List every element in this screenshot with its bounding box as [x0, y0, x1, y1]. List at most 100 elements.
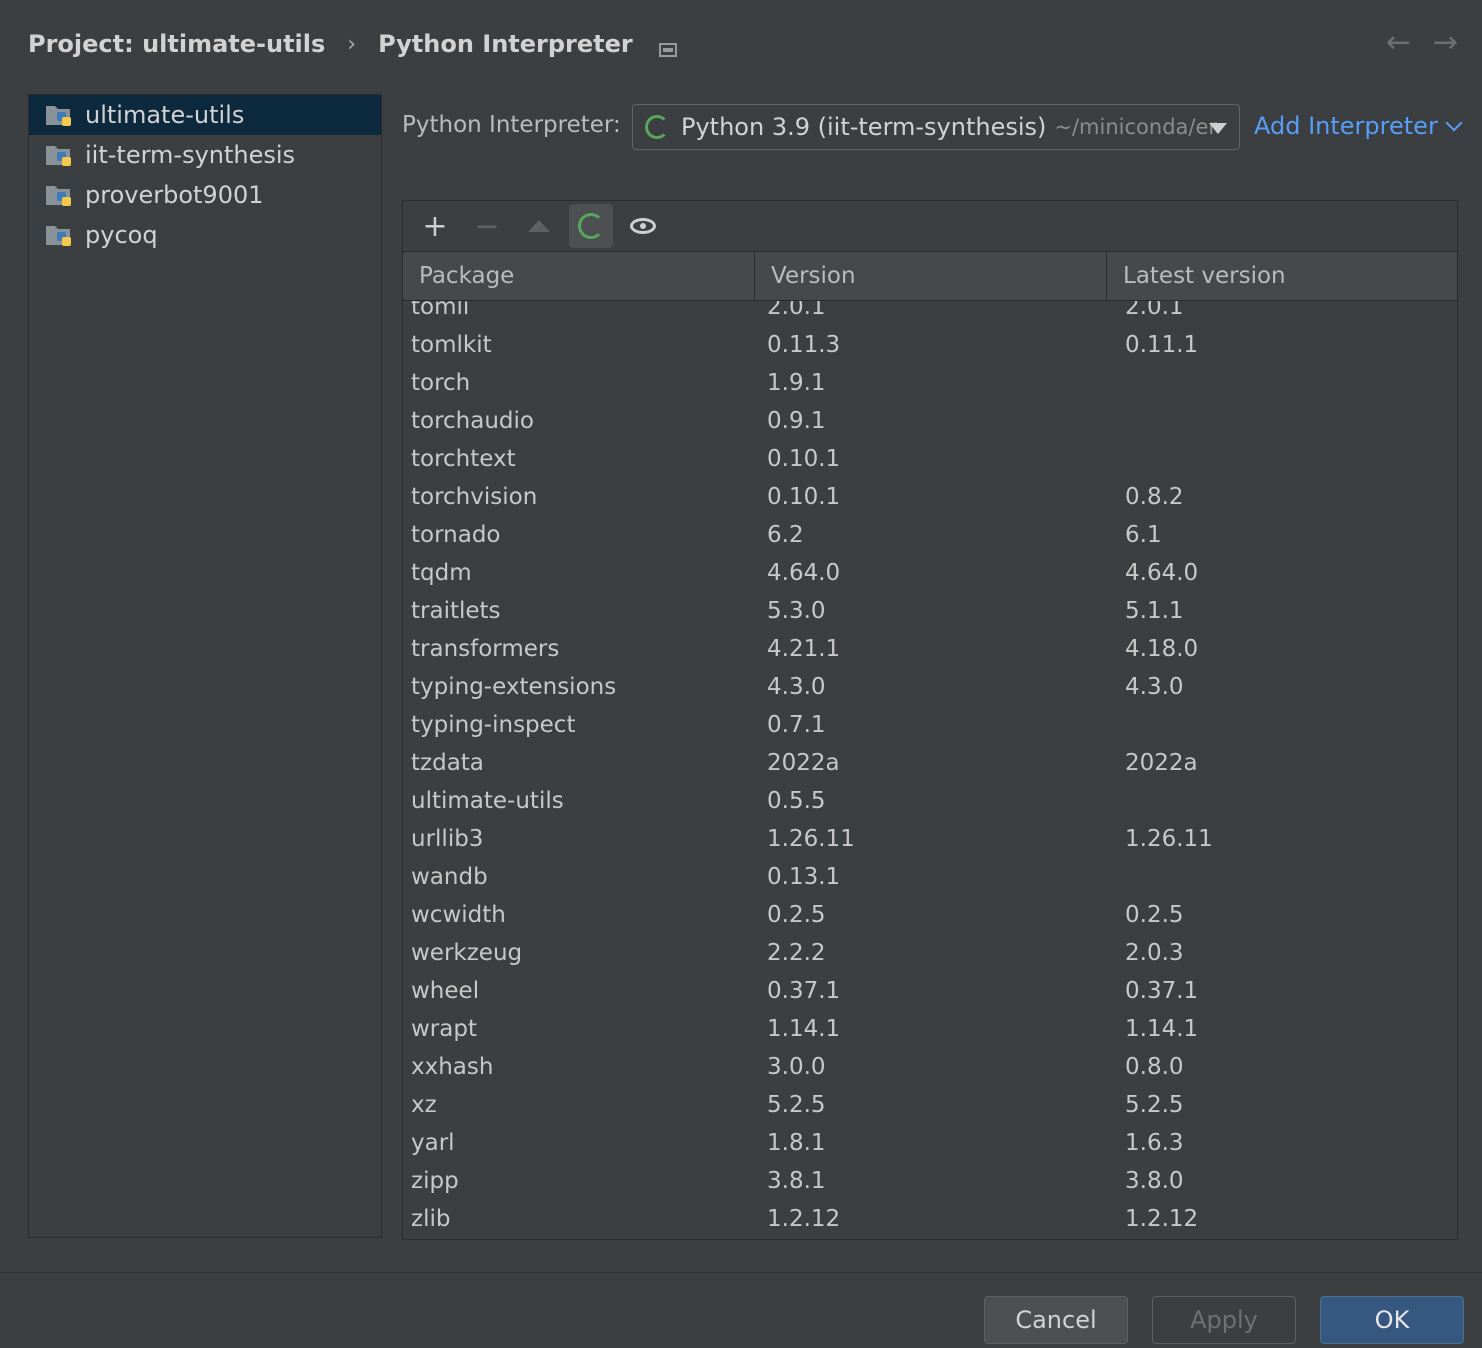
- python-folder-icon: [45, 101, 75, 129]
- table-row[interactable]: zlib 1.2.12 1.2.12: [403, 1200, 1457, 1238]
- package-name-cell: zipp: [411, 1168, 459, 1194]
- plus-icon: +: [422, 208, 448, 244]
- packages-table-body[interactable]: tomli 2.0.1 2.0.1 tomlkit 0.11.3 0.11.1 torch 1…: [403, 301, 1457, 1239]
- latest-version-cell: 0.37.1: [1125, 978, 1199, 1004]
- table-row[interactable]: typing-inspect 0.7.1: [403, 706, 1457, 744]
- table-row[interactable]: torchvision 0.10.1 0.8.2: [403, 478, 1457, 516]
- page-title: Python Interpreter: [378, 30, 633, 58]
- refresh-button[interactable]: [569, 204, 613, 248]
- version-cell: 2.2.2: [767, 940, 826, 966]
- table-row[interactable]: xz 5.2.5 5.2.5: [403, 1086, 1457, 1124]
- package-name-cell: tzdata: [411, 750, 484, 776]
- latest-version-cell: 4.3.0: [1125, 674, 1184, 700]
- package-name-cell: xz: [411, 1092, 437, 1118]
- version-cell: 1.9.1: [767, 370, 826, 396]
- version-cell: 3.0.0: [767, 1054, 826, 1080]
- interpreter-dropdown[interactable]: Python 3.9 (iit-term-synthesis) ~/minico…: [632, 104, 1240, 150]
- latest-version-cell: 4.64.0: [1125, 560, 1199, 586]
- latest-version-cell: 0.11.1: [1125, 332, 1199, 358]
- python-folder-icon: [45, 221, 75, 249]
- window-pin-icon[interactable]: [658, 36, 677, 57]
- table-row[interactable]: transformers 4.21.1 4.18.0: [403, 630, 1457, 668]
- project-tree-item[interactable]: pycoq: [29, 215, 381, 255]
- latest-version-cell: 5.2.5: [1125, 1092, 1184, 1118]
- package-name-cell: tqdm: [411, 560, 472, 586]
- latest-version-cell: 2022a: [1125, 750, 1198, 776]
- table-row[interactable]: torchaudio 0.9.1: [403, 402, 1457, 440]
- version-cell: 1.14.1: [767, 1016, 841, 1042]
- column-header-version[interactable]: Version: [755, 252, 1107, 300]
- latest-version-cell: 0.2.5: [1125, 902, 1184, 928]
- table-row[interactable]: yarl 1.8.1 1.6.3: [403, 1124, 1457, 1162]
- refresh-spinner-icon: [578, 213, 604, 239]
- add-package-button[interactable]: +: [413, 204, 457, 248]
- arrow-left-icon[interactable]: ←: [1386, 28, 1411, 58]
- show-early-releases-button[interactable]: [621, 204, 665, 248]
- minus-icon: −: [474, 208, 500, 244]
- table-row[interactable]: zipp 3.8.1 3.8.0: [403, 1162, 1457, 1200]
- python-folder-icon: [45, 181, 75, 209]
- version-cell: 1.2.12: [767, 1206, 841, 1232]
- table-row[interactable]: tornado 6.2 6.1: [403, 516, 1457, 554]
- table-row[interactable]: urllib3 1.26.11 1.26.11: [403, 820, 1457, 858]
- table-row[interactable]: torch 1.9.1: [403, 364, 1457, 402]
- package-name-cell: zlib: [411, 1206, 451, 1232]
- project-tree-item[interactable]: ultimate-utils: [29, 95, 381, 135]
- package-name-cell: urllib3: [411, 826, 484, 852]
- table-row[interactable]: tzdata 2022a 2022a: [403, 744, 1457, 782]
- table-row[interactable]: wcwidth 0.2.5 0.2.5: [403, 896, 1457, 934]
- table-row[interactable]: traitlets 5.3.0 5.1.1: [403, 592, 1457, 630]
- table-row[interactable]: torchtext 0.10.1: [403, 440, 1457, 478]
- table-row[interactable]: tomlkit 0.11.3 0.11.1: [403, 326, 1457, 364]
- upgrade-package-button[interactable]: [517, 204, 561, 248]
- table-row[interactable]: ultimate-utils 0.5.5: [403, 782, 1457, 820]
- package-name-cell: traitlets: [411, 598, 501, 624]
- interpreter-label: Python Interpreter:: [402, 112, 621, 138]
- latest-version-cell: 5.1.1: [1125, 598, 1184, 624]
- table-row[interactable]: wandb 0.13.1: [403, 858, 1457, 896]
- package-name-cell: wandb: [411, 864, 488, 890]
- package-name-cell: torch: [411, 370, 471, 396]
- table-row[interactable]: typing-extensions 4.3.0 4.3.0: [403, 668, 1457, 706]
- version-cell: 0.10.1: [767, 446, 841, 472]
- remove-package-button[interactable]: −: [465, 204, 509, 248]
- table-row[interactable]: xxhash 3.0.0 0.8.0: [403, 1048, 1457, 1086]
- column-header-latest-version[interactable]: Latest version: [1107, 252, 1457, 300]
- package-name-cell: werkzeug: [411, 940, 523, 966]
- version-cell: 0.5.5: [767, 788, 826, 814]
- version-cell: 0.10.1: [767, 484, 841, 510]
- version-cell: 4.21.1: [767, 636, 841, 662]
- project-tree-item[interactable]: iit-term-synthesis: [29, 135, 381, 175]
- package-name-cell: typing-inspect: [411, 712, 576, 738]
- table-row[interactable]: werkzeug 2.2.2 2.0.3: [403, 934, 1457, 972]
- package-name-cell: typing-extensions: [411, 674, 617, 700]
- table-row[interactable]: wheel 0.37.1 0.37.1: [403, 972, 1457, 1010]
- table-row[interactable]: tomli 2.0.1 2.0.1: [403, 301, 1457, 326]
- package-name-cell: torchaudio: [411, 408, 534, 434]
- breadcrumb-project[interactable]: Project: ultimate-utils: [28, 30, 325, 58]
- project-tree-item[interactable]: proverbot9001: [29, 175, 381, 215]
- latest-version-cell: 1.6.3: [1125, 1130, 1184, 1156]
- project-tree-item-label: proverbot9001: [85, 181, 264, 209]
- cancel-button[interactable]: Cancel: [984, 1296, 1128, 1344]
- package-name-cell: yarl: [411, 1130, 455, 1156]
- latest-version-cell: 2.0.3: [1125, 940, 1184, 966]
- table-row[interactable]: tqdm 4.64.0 4.64.0: [403, 554, 1457, 592]
- version-cell: 0.9.1: [767, 408, 826, 434]
- latest-version-cell: 3.8.0: [1125, 1168, 1184, 1194]
- version-cell: 6.2: [767, 522, 804, 548]
- history-navigation: ← →: [1386, 28, 1458, 58]
- version-cell: 0.11.3: [767, 332, 841, 358]
- table-header: Package Version Latest version: [403, 252, 1457, 301]
- ok-button[interactable]: OK: [1320, 1296, 1464, 1344]
- latest-version-cell: 1.2.12: [1125, 1206, 1199, 1232]
- python-folder-icon: [45, 141, 75, 169]
- column-header-package[interactable]: Package: [403, 252, 755, 300]
- packages-panel: + − Package Version Latest version tomli…: [402, 200, 1458, 1240]
- apply-button[interactable]: Apply: [1152, 1296, 1296, 1344]
- package-name-cell: tomlkit: [411, 332, 492, 358]
- table-row[interactable]: wrapt 1.14.1 1.14.1: [403, 1010, 1457, 1048]
- arrow-right-icon[interactable]: →: [1433, 28, 1458, 58]
- interpreter-path: ~/miniconda/er: [1054, 115, 1218, 139]
- add-interpreter-link[interactable]: Add Interpreter: [1254, 112, 1463, 140]
